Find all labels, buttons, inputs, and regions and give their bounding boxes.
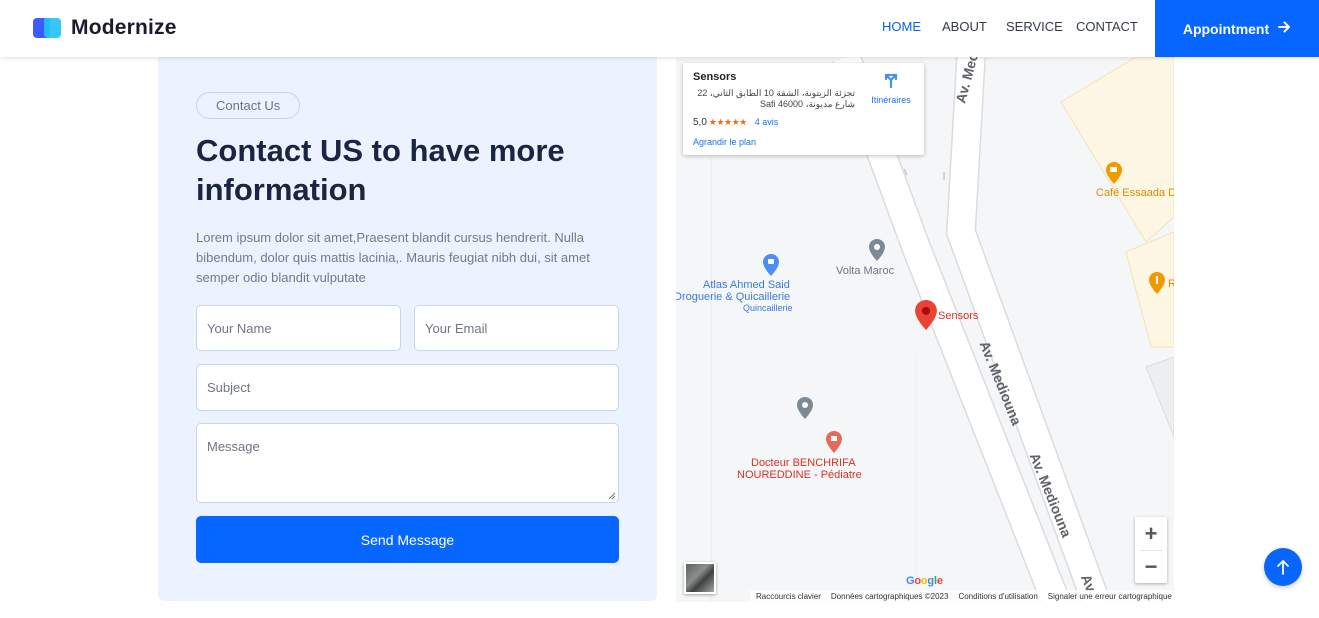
restaurant-pin-icon[interactable]: [1149, 272, 1165, 294]
nav-contact[interactable]: CONTACT: [1076, 19, 1138, 34]
email-placeholder: Your Email: [425, 320, 488, 336]
scroll-top-button[interactable]: [1264, 548, 1302, 586]
directions-button[interactable]: Itinéraires: [866, 72, 916, 105]
doctor-label-1[interactable]: Docteur BENCHRIFA: [751, 457, 856, 469]
directions-icon: [884, 73, 898, 89]
nav-home[interactable]: HOME: [882, 19, 921, 34]
subject-input[interactable]: Subject: [196, 364, 619, 411]
zoom-control: + −: [1135, 517, 1167, 583]
send-message-button[interactable]: Send Message: [196, 516, 619, 563]
atlas-label-3: Quincaillerie: [743, 303, 793, 313]
place-address: تجزئة الزيتونة، الشقة 10 الطابق الثاني، …: [697, 88, 855, 109]
place-pin-icon[interactable]: [797, 397, 813, 419]
satellite-toggle[interactable]: [684, 562, 716, 594]
keyboard-shortcuts-link[interactable]: Raccourcis clavier: [756, 592, 821, 601]
rating-stars: ★★★★★: [708, 117, 747, 127]
nav-about[interactable]: ABOUT: [942, 19, 987, 34]
brand-name: Modernize: [71, 16, 177, 39]
message-placeholder: Message: [207, 439, 260, 454]
doctor-label-2[interactable]: NOUREDDINE - Pédiatre: [737, 469, 862, 481]
contact-title: Contact US to have more information: [196, 133, 565, 207]
contact-description: Lorem ipsum dolor sit amet,Praesent blan…: [196, 230, 590, 285]
nav-service[interactable]: SERVICE: [1006, 19, 1063, 34]
cafe-pin-icon[interactable]: [1106, 162, 1122, 184]
email-input[interactable]: Your Email: [414, 305, 619, 351]
name-placeholder: Your Name: [207, 320, 272, 336]
atlas-label-1[interactable]: Atlas Ahmed Said: [703, 279, 790, 291]
place-info-card: Sensors تجزئة الزيتونة، الشقة 10 الطابق …: [683, 63, 924, 155]
arrow-up-icon: [1277, 560, 1289, 575]
directions-label: Itinéraires: [871, 95, 911, 105]
contact-badge: Contact Us: [196, 92, 301, 119]
rating-value: 5,0: [693, 117, 707, 128]
send-message-label: Send Message: [360, 531, 455, 548]
resize-handle-icon[interactable]: [608, 492, 616, 500]
shopping-pin-icon[interactable]: [763, 254, 779, 276]
place-name: Sensors: [693, 71, 737, 83]
google-logo: Google: [906, 575, 943, 587]
subject-placeholder: Subject: [207, 380, 251, 395]
cafe-label[interactable]: Café Essaada D: [1096, 187, 1174, 199]
zoom-in-button[interactable]: +: [1135, 517, 1167, 550]
medical-pin-icon[interactable]: [826, 431, 842, 453]
reviews-link[interactable]: 4 avis: [755, 117, 779, 127]
zoom-out-button[interactable]: −: [1135, 550, 1167, 583]
brand-logo[interactable]: Modernize: [33, 16, 177, 40]
map-footer: Raccourcis clavier Données cartographiqu…: [750, 590, 1174, 602]
sensors-pin-icon[interactable]: [915, 300, 937, 330]
map-data-text: Données cartographiques ©2023: [830, 591, 949, 601]
place-pin-icon[interactable]: [869, 239, 885, 261]
place-rating: 5,0 ★★★★★ 4 avis: [693, 117, 778, 128]
appointment-button[interactable]: Appointment: [1155, 0, 1319, 57]
message-textarea[interactable]: Message: [196, 423, 619, 503]
volta-label[interactable]: Volta Maroc: [836, 265, 894, 277]
logo-icon: [33, 17, 63, 39]
sensors-label[interactable]: Sensors: [938, 310, 978, 322]
enlarge-map-link[interactable]: Agrandir le plan: [693, 137, 756, 147]
site-header: Modernize HOME ABOUT SERVICE CONTACT App…: [0, 0, 1319, 57]
arrow-right-icon: [1278, 20, 1291, 38]
terms-link[interactable]: Conditions d'utilisation: [958, 592, 1037, 601]
name-input[interactable]: Your Name: [196, 305, 401, 351]
appointment-label: Appointment: [1182, 20, 1270, 37]
restaurant-label[interactable]: R: [1168, 278, 1174, 290]
report-error-link[interactable]: Signaler une erreur cartographique: [1048, 592, 1172, 601]
